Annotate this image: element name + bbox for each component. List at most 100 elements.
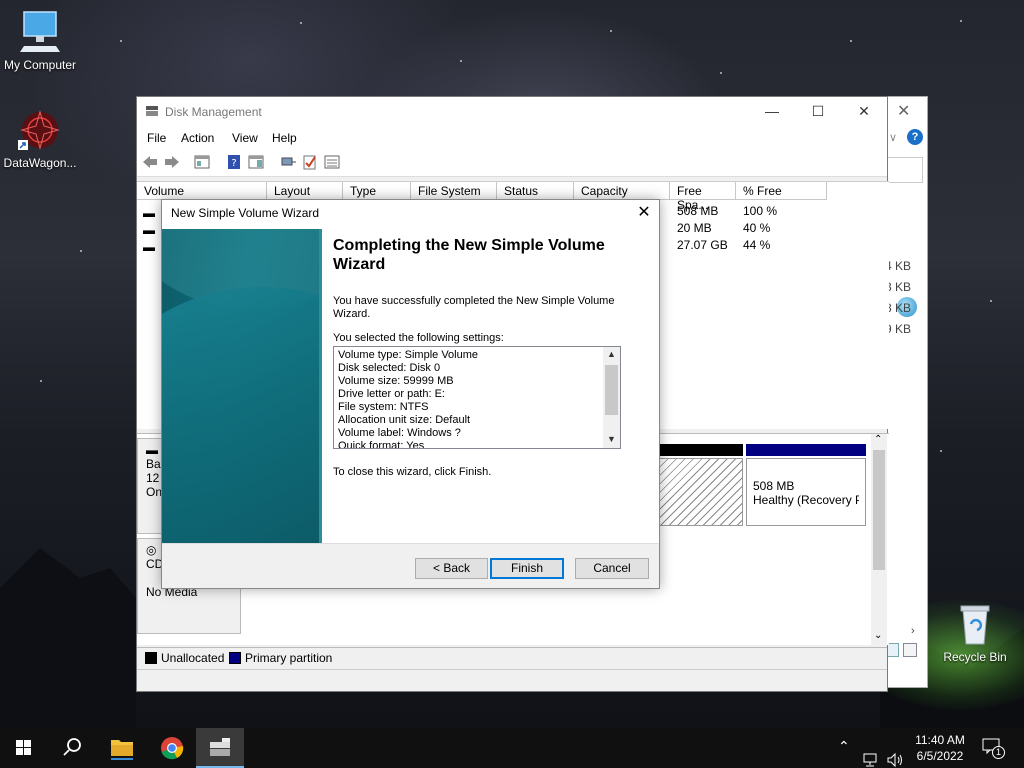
wizard-settings-label: You selected the following settings: — [333, 332, 504, 344]
finish-button[interactable]: Finish — [490, 558, 564, 579]
datawagon-icon — [18, 110, 60, 150]
recovery-partition[interactable]: 508 MB Healthy (Recovery P — [746, 458, 866, 526]
wizard-success-text: You have successfully completed the New … — [333, 295, 615, 320]
column-percent-free[interactable]: % Free — [736, 182, 827, 200]
percent-free-cell: 44 % — [743, 238, 771, 252]
close-icon[interactable]: ✕ — [897, 101, 910, 121]
help-book-icon[interactable]: ? — [225, 154, 243, 170]
search-icon[interactable] — [48, 728, 96, 768]
unallocated-partition[interactable] — [659, 458, 743, 526]
volume-icon[interactable] — [886, 740, 904, 768]
my-computer-label: My Computer — [3, 58, 77, 72]
clock-time: 11:40 AM — [915, 733, 965, 747]
new-simple-volume-wizard-dialog[interactable]: New Simple Volume Wizard ✕ Completing th… — [161, 199, 660, 589]
recycle-bin-label: Recycle Bin — [943, 650, 1007, 664]
properties-pane-icon[interactable] — [247, 154, 265, 170]
setting-line: File system: NTFS — [338, 401, 429, 413]
back-arrow-icon[interactable] — [141, 154, 159, 170]
close-button[interactable]: ✕ — [841, 97, 887, 127]
maximize-button[interactable]: ☐ — [795, 97, 841, 127]
menu-help[interactable]: Help — [272, 131, 297, 145]
free-space-cell: 27.07 GB — [677, 238, 728, 252]
wizard-heading: Completing the New Simple Volume Wizard — [333, 237, 605, 273]
settings-scrollbar[interactable]: ▲ ▼ — [603, 347, 620, 448]
recycle-bin-desktop-icon[interactable]: Recycle Bin — [935, 602, 1015, 664]
clock-date: 6/5/2022 — [916, 749, 964, 763]
column-capacity[interactable]: Capacity — [574, 182, 670, 200]
minimize-button[interactable]: — — [749, 97, 795, 127]
notification-center-button[interactable]: 1 — [982, 738, 1006, 768]
column-layout[interactable]: Layout — [267, 182, 343, 200]
scroll-down-icon[interactable]: ⌄ — [874, 630, 882, 641]
drive-icon: ▬ — [143, 240, 155, 254]
menu-action[interactable]: Action — [181, 131, 214, 145]
scroll-right-icon[interactable]: › — [911, 625, 915, 637]
recovery-partition-size: 508 MB — [753, 479, 795, 493]
menu-bar: File Action View Help — [137, 127, 887, 149]
scrollbar-thumb[interactable] — [873, 450, 885, 570]
chrome-icon[interactable] — [148, 728, 196, 768]
svg-text:?: ? — [231, 158, 236, 169]
menu-file[interactable]: File — [147, 131, 166, 145]
scroll-up-icon[interactable]: ⌃ — [874, 434, 882, 445]
clock[interactable]: 11:40 AM 6/5/2022 — [912, 732, 968, 768]
setting-line: Volume size: 59999 MB — [338, 375, 454, 387]
window-title: Disk Management — [165, 105, 262, 119]
connect-icon[interactable] — [279, 154, 297, 170]
network-icon[interactable] — [862, 740, 880, 768]
help-icon[interactable]: ? — [907, 129, 923, 145]
disk-management-icon — [210, 738, 230, 756]
column-status[interactable]: Status — [497, 182, 574, 200]
column-free-space[interactable]: Free Spa... — [670, 182, 736, 212]
setting-line: Drive letter or path: E: — [338, 388, 445, 400]
wizard-close-instruction: To close this wizard, click Finish. — [333, 466, 492, 478]
wizard-close-button[interactable]: ✕ — [632, 202, 656, 222]
taskbar: ⌃ 11:40 AM 6/5/2022 1 — [0, 728, 1024, 768]
scroll-down-icon[interactable]: ▼ — [603, 434, 620, 444]
disk-management-icon — [146, 106, 158, 116]
status-bar — [137, 669, 887, 691]
datawagon-desktop-icon[interactable]: DataWagon... — [0, 108, 80, 170]
legend: Unallocated Primary partition — [137, 647, 887, 667]
legend-swatch-unallocated — [145, 652, 157, 664]
file-explorer-icon[interactable] — [98, 728, 146, 768]
chevron-down-icon[interactable]: ∨ — [889, 131, 897, 144]
chevron-up-icon[interactable]: ⌃ — [838, 738, 850, 768]
my-computer-desktop-icon[interactable]: My Computer — [0, 10, 80, 72]
column-file-system[interactable]: File System — [411, 182, 497, 200]
wizard-title: New Simple Volume Wizard — [171, 206, 320, 220]
search-input[interactable] — [887, 157, 923, 183]
title-bar[interactable]: Disk Management — ☐ ✕ — [137, 97, 887, 127]
free-space-cell: 508 MB — [677, 204, 719, 218]
setting-line: Allocation unit size: Default — [338, 414, 471, 426]
disk-management-taskbar-button[interactable] — [196, 728, 244, 768]
toolbar: ? — [137, 149, 887, 177]
column-type[interactable]: Type — [343, 182, 411, 200]
console-tree-icon[interactable] — [193, 154, 211, 170]
column-volume[interactable]: Volume — [137, 182, 267, 200]
scroll-up-icon[interactable]: ▲ — [603, 349, 620, 359]
drive-icon: ▬ — [143, 223, 155, 237]
checklist-icon[interactable] — [301, 154, 319, 170]
details-list-icon[interactable] — [323, 154, 341, 170]
back-button[interactable]: < Back — [415, 558, 488, 579]
percent-free-cell: 40 % — [743, 221, 771, 235]
setting-line: Quick format: Yes — [338, 440, 425, 449]
vertical-scrollbar[interactable]: ⌃ ⌄ — [871, 434, 887, 646]
tiles-view-icon[interactable] — [903, 643, 917, 657]
settings-scrollbar-thumb[interactable] — [605, 365, 618, 415]
setting-line: Disk selected: Disk 0 — [338, 362, 441, 374]
start-windows-icon[interactable] — [0, 728, 48, 768]
legend-label-primary: Primary partition — [245, 651, 333, 665]
wizard-button-bar: < Back Finish Cancel — [162, 543, 659, 588]
recovery-partition-status: Healthy (Recovery P — [753, 493, 859, 507]
cancel-button[interactable]: Cancel — [575, 558, 649, 579]
setting-line: Volume label: Windows ? — [338, 427, 461, 439]
forward-arrow-icon[interactable] — [163, 154, 181, 170]
setting-line: Volume type: Simple Volume — [338, 349, 479, 361]
free-space-cell: 20 MB — [677, 221, 712, 235]
settings-summary-box[interactable]: Volume type: Simple Volume Disk selected… — [333, 346, 621, 449]
wizard-side-banner — [162, 229, 322, 543]
percent-free-cell: 100 % — [743, 204, 778, 218]
menu-view[interactable]: View — [232, 131, 258, 145]
